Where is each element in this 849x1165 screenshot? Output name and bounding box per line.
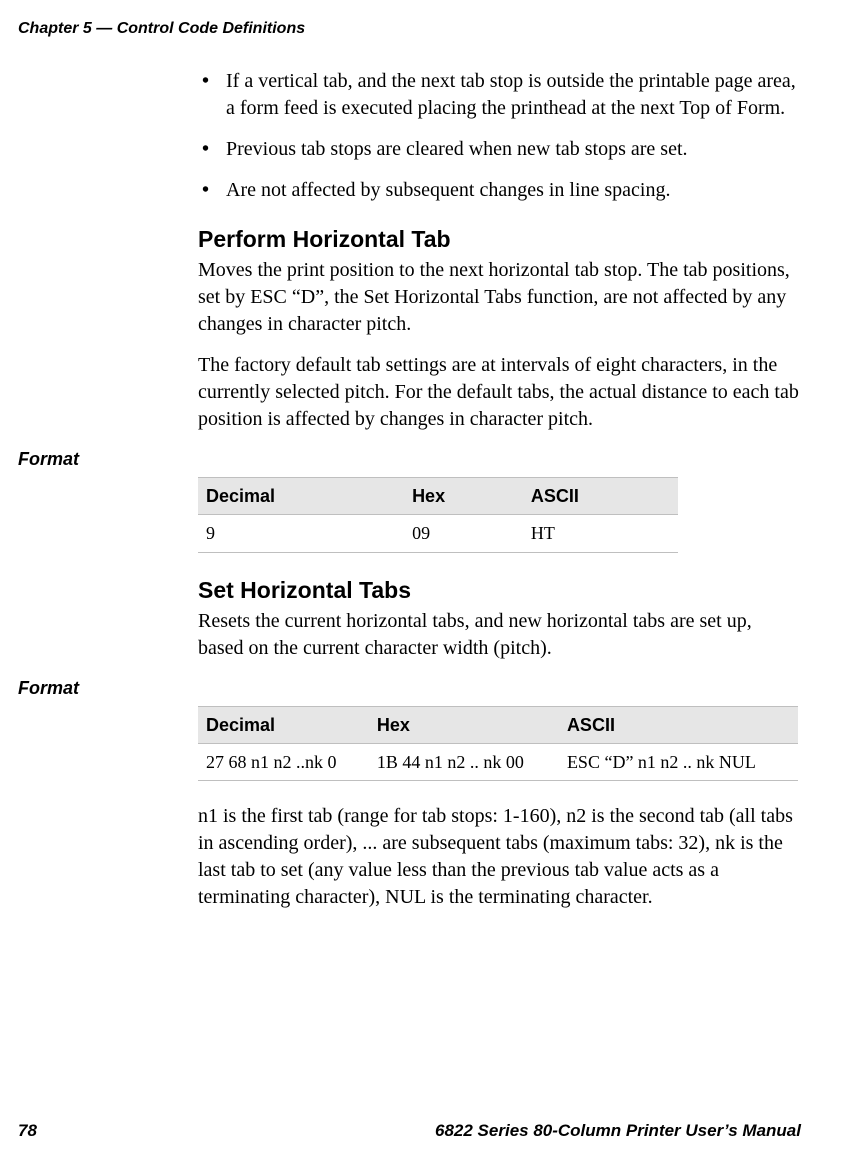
col-hex: Hex (404, 477, 523, 514)
col-ascii: ASCII (523, 477, 678, 514)
format-table: Decimal Hex ASCII 27 68 n1 n2 ..nk 0 1B … (198, 706, 798, 782)
col-decimal: Decimal (198, 706, 369, 743)
cell-ascii: HT (523, 515, 678, 552)
manual-title: 6822 Series 80-Column Printer User’s Man… (435, 1120, 801, 1143)
format-label: Format (18, 676, 801, 700)
heading-set-horizontal-tabs: Set Horizontal Tabs (198, 575, 801, 606)
body-paragraph: Moves the print position to the next hor… (198, 257, 801, 338)
body-paragraph: n1 is the first tab (range for tab stops… (198, 803, 801, 911)
cell-hex: 09 (404, 515, 523, 552)
table-header-row: Decimal Hex ASCII (198, 706, 798, 743)
table-row: 9 09 HT (198, 515, 678, 552)
cell-decimal: 27 68 n1 n2 ..nk 0 (198, 744, 369, 781)
table-row: 27 68 n1 n2 ..nk 0 1B 44 n1 n2 .. nk 00 … (198, 744, 798, 781)
format-label: Format (18, 447, 801, 471)
body-paragraph: The factory default tab settings are at … (198, 352, 801, 433)
list-item: Are not affected by subsequent changes i… (198, 177, 801, 204)
bullet-list: If a vertical tab, and the next tab stop… (198, 68, 801, 204)
col-decimal: Decimal (198, 477, 404, 514)
running-header: Chapter 5 — Control Code Definitions (18, 18, 801, 40)
heading-perform-horizontal-tab: Perform Horizontal Tab (198, 224, 801, 255)
col-hex: Hex (369, 706, 559, 743)
body-paragraph: Resets the current horizontal tabs, and … (198, 608, 801, 662)
format-table: Decimal Hex ASCII 9 09 HT (198, 477, 678, 553)
cell-hex: 1B 44 n1 n2 .. nk 00 (369, 744, 559, 781)
cell-decimal: 9 (198, 515, 404, 552)
page-footer: 78 6822 Series 80-Column Printer User’s … (18, 1120, 801, 1143)
page-number: 78 (18, 1120, 37, 1143)
table-header-row: Decimal Hex ASCII (198, 477, 678, 514)
col-ascii: ASCII (559, 706, 798, 743)
list-item: If a vertical tab, and the next tab stop… (198, 68, 801, 122)
cell-ascii: ESC “D” n1 n2 .. nk NUL (559, 744, 798, 781)
list-item: Previous tab stops are cleared when new … (198, 136, 801, 163)
